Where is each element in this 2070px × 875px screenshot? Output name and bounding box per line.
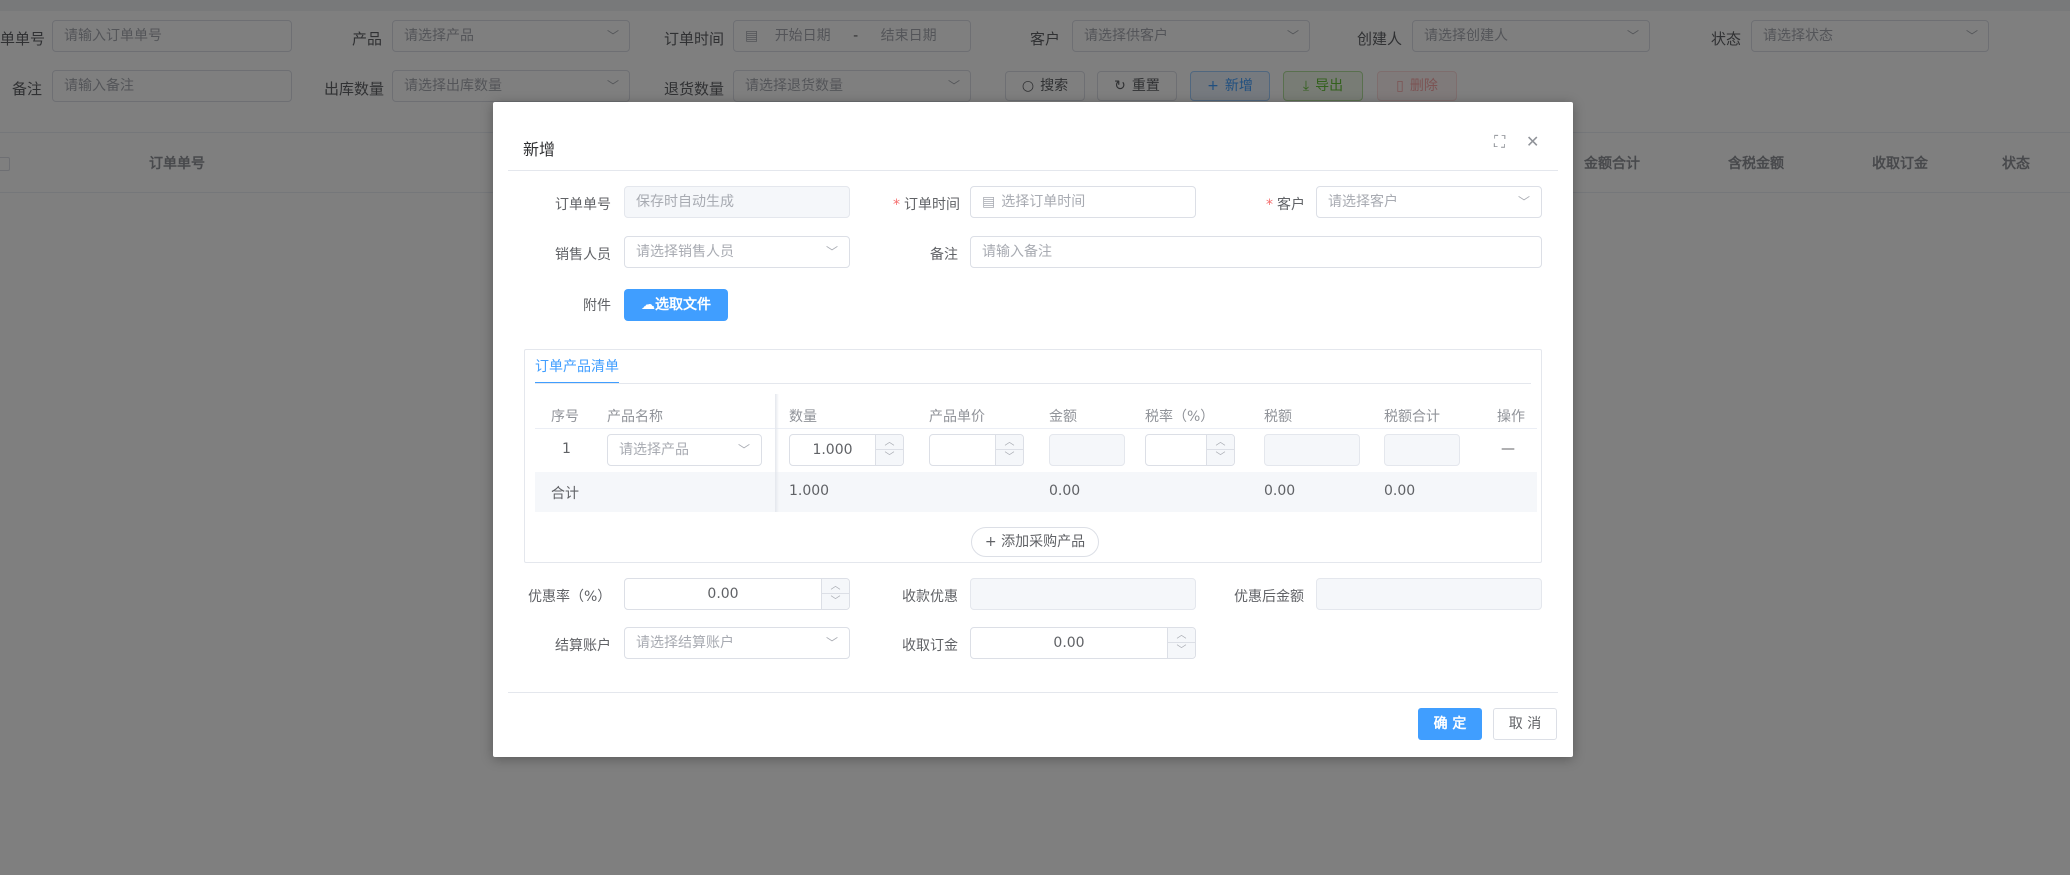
grid-header-unit-price: 产品单价	[929, 409, 985, 425]
summary-label: 合计	[551, 486, 579, 502]
dialog-title: 新增	[523, 140, 556, 159]
customer-select[interactable]: 请选择客户 ﹀	[1316, 186, 1542, 218]
cloud-upload-icon: ☁	[641, 297, 655, 313]
header-divider	[508, 170, 1558, 171]
summary-tax: 0.00	[1264, 483, 1296, 499]
increment-icon[interactable]: ︿	[995, 435, 1023, 450]
tab-divider	[535, 383, 1531, 384]
row-tax-rate-stepper[interactable]: ︿ ﹀	[1145, 434, 1235, 466]
grid-header-product: 产品名称	[607, 409, 663, 425]
confirm-button[interactable]: 确 定	[1418, 708, 1482, 740]
upload-file-button[interactable]: ☁选取文件	[624, 289, 728, 321]
increment-icon[interactable]: ︿	[821, 579, 849, 594]
close-icon[interactable]: ✕	[1526, 132, 1539, 151]
collect-discount-label: 收款优惠	[902, 589, 958, 605]
add-order-dialog: 新增 ⛶ ✕ 订单单号 保存时自动生成 * 订单时间 ▤ 选择订单时间 * 客户 请选…	[493, 102, 1573, 757]
sales-select[interactable]: 请选择销售人员 ﹀	[624, 236, 850, 268]
calendar-icon: ▤	[982, 194, 996, 210]
row-product-select[interactable]: 请选择产品 ﹀	[607, 434, 762, 466]
decrement-icon[interactable]: ﹀	[1167, 643, 1195, 658]
row-quantity-stepper[interactable]: 1.000 ︿ ﹀	[789, 434, 904, 466]
grid-row-divider	[535, 428, 1537, 429]
footer-divider	[508, 692, 1558, 693]
row-amount-field	[1049, 434, 1125, 466]
deposit-stepper[interactable]: 0.00 ︿ ﹀	[970, 627, 1196, 659]
summary-tax-total: 0.00	[1384, 483, 1416, 499]
customer-label: * 客户	[1266, 197, 1305, 213]
row-tax-field	[1264, 434, 1360, 466]
decrement-icon[interactable]: ﹀	[995, 450, 1023, 465]
discount-rate-stepper[interactable]: 0.00 ︿ ﹀	[624, 578, 850, 610]
decrement-icon[interactable]: ﹀	[821, 594, 849, 609]
product-grid: 序号 产品名称 数量 产品单价 金额 税率（%） 税额 税额合计 操作 1 请选…	[535, 394, 1537, 512]
grid-header-tax-total: 税额合计	[1384, 409, 1440, 425]
sales-label: 销售人员	[555, 247, 611, 263]
account-select[interactable]: 请选择结算账户 ﹀	[624, 627, 850, 659]
summary-row: 合计 1.000 0.00 0.00 0.00	[535, 472, 1537, 512]
row-unit-price-stepper[interactable]: ︿ ﹀	[929, 434, 1024, 466]
fixed-column-shadow	[775, 394, 779, 512]
cancel-button[interactable]: 取 消	[1493, 708, 1557, 740]
row-index: 1	[562, 441, 571, 457]
chevron-down-icon: ﹀	[1517, 195, 1530, 209]
order-time-picker[interactable]: ▤ 选择订单时间	[970, 186, 1196, 218]
deposit-label: 收取订金	[902, 638, 958, 654]
grid-header-action: 操作	[1497, 409, 1525, 425]
remark-textarea[interactable]: 请输入备注	[970, 236, 1542, 268]
order-no-label: 订单单号	[555, 197, 611, 213]
grid-header-tax: 税额	[1264, 409, 1292, 425]
add-product-button[interactable]: + 添加采购产品	[971, 527, 1099, 557]
summary-amount: 0.00	[1049, 483, 1081, 499]
collect-discount-field	[970, 578, 1196, 610]
row-delete-action[interactable]: —	[1501, 441, 1515, 457]
after-discount-field	[1316, 578, 1542, 610]
attachment-label: 附件	[583, 298, 611, 314]
row-tax-total-field	[1384, 434, 1460, 466]
summary-quantity: 1.000	[789, 483, 830, 499]
grid-header-quantity: 数量	[789, 409, 817, 425]
decrement-icon[interactable]: ﹀	[1206, 450, 1234, 465]
fullscreen-icon[interactable]: ⛶	[1494, 132, 1505, 152]
chevron-down-icon: ﹀	[825, 636, 838, 650]
chevron-down-icon: ﹀	[825, 245, 838, 259]
after-discount-label: 优惠后金额	[1234, 589, 1304, 605]
tab-order-products[interactable]: 订单产品清单	[535, 356, 619, 376]
increment-icon[interactable]: ︿	[1167, 628, 1195, 643]
decrement-icon[interactable]: ﹀	[875, 450, 903, 465]
increment-icon[interactable]: ︿	[875, 435, 903, 450]
order-no-input: 保存时自动生成	[624, 186, 850, 218]
increment-icon[interactable]: ︿	[1206, 435, 1234, 450]
grid-header-tax-rate: 税率（%）	[1145, 409, 1215, 425]
chevron-down-icon: ﹀	[737, 443, 750, 457]
discount-rate-label: 优惠率（%）	[528, 589, 612, 605]
grid-header-amount: 金额	[1049, 409, 1077, 425]
remark-label: 备注	[930, 247, 958, 263]
account-label: 结算账户	[555, 638, 611, 654]
order-time-label: * 订单时间	[893, 197, 960, 213]
grid-header-index: 序号	[551, 409, 579, 425]
product-list-panel: 订单产品清单 序号 产品名称 数量 产品单价 金额 税率（%） 税额 税额合计 …	[524, 349, 1542, 563]
